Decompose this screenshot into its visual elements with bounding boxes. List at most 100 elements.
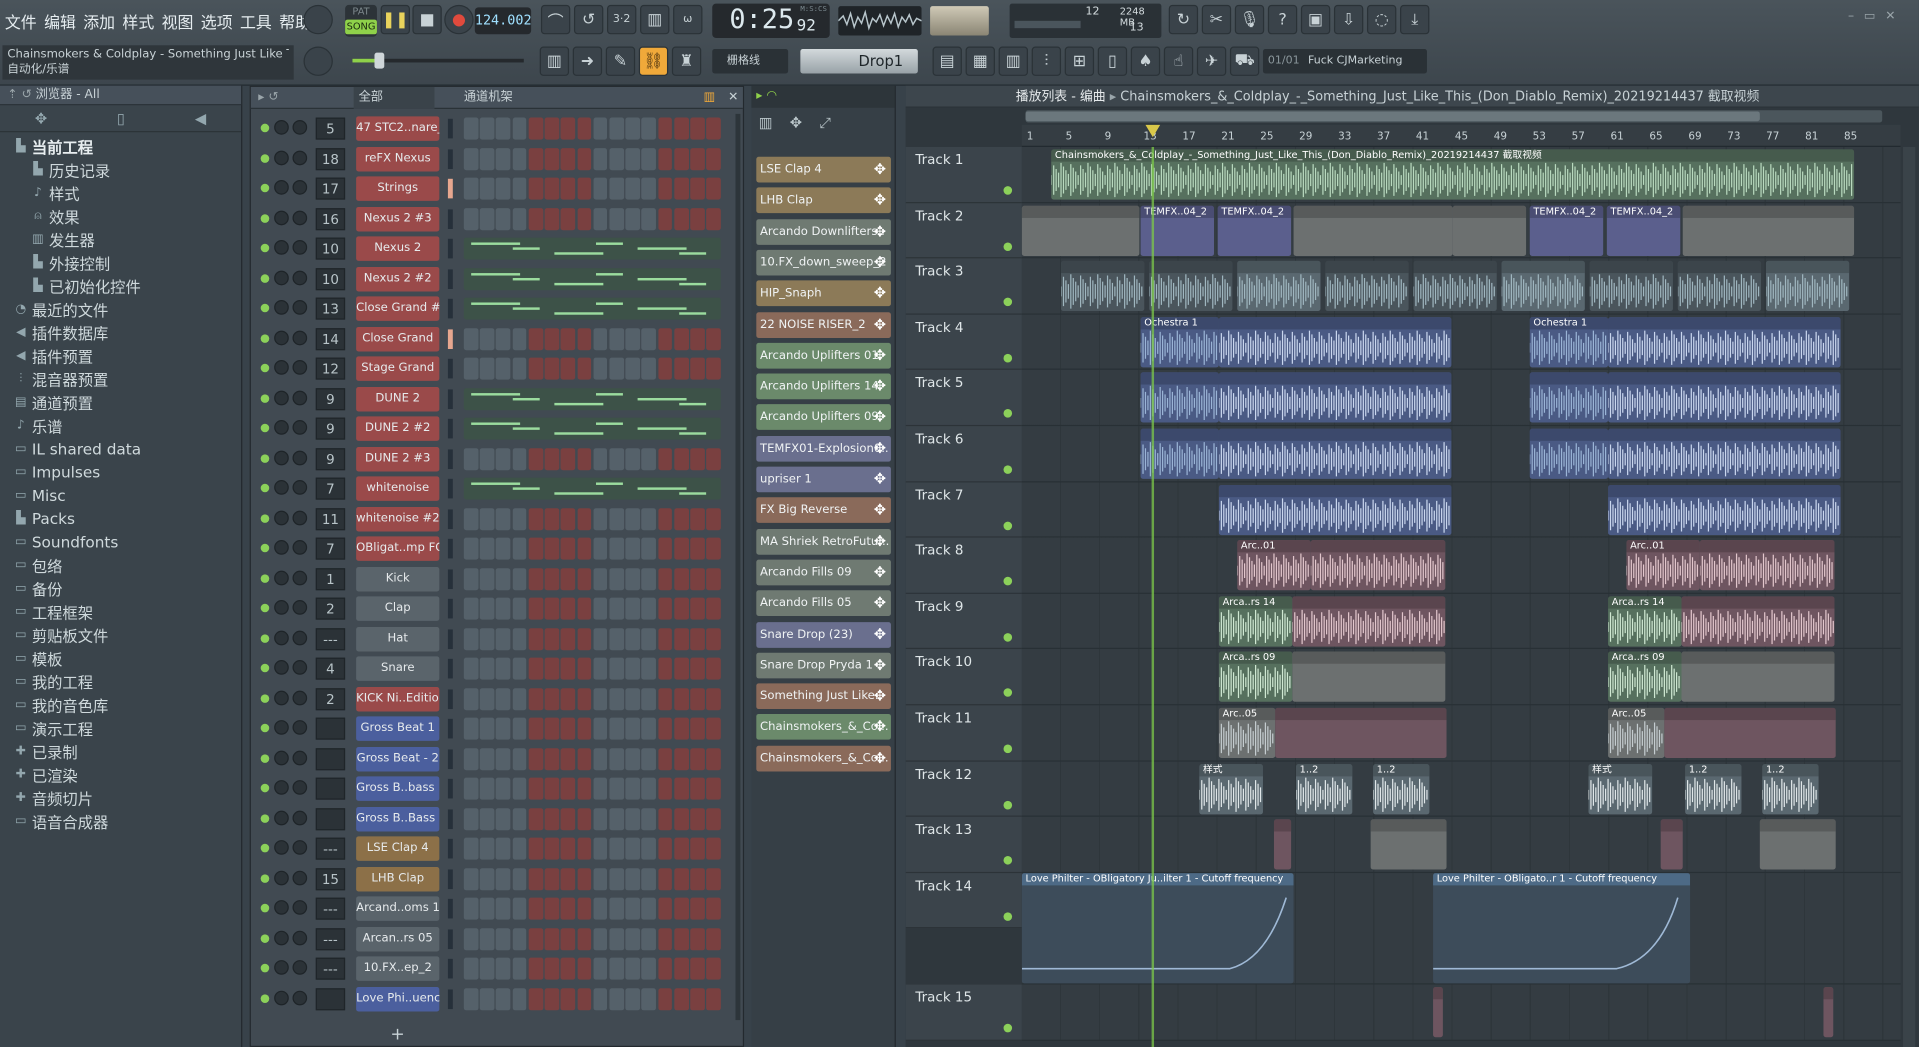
step[interactable] <box>641 147 657 170</box>
step[interactable] <box>496 657 511 680</box>
pattern-item[interactable]: LSE Clap 4 ✥ <box>756 156 891 183</box>
paint-icon[interactable]: ✎ <box>605 46 636 76</box>
step[interactable] <box>512 927 527 950</box>
playlist-clip[interactable] <box>1664 707 1836 759</box>
step[interactable] <box>463 147 479 170</box>
step[interactable] <box>560 897 576 920</box>
step[interactable] <box>463 687 479 710</box>
step[interactable] <box>657 657 673 680</box>
pattern-item[interactable]: upriser 1 ✥ <box>756 466 891 493</box>
step[interactable] <box>577 507 592 530</box>
channel-name-button[interactable]: Nexus 2 #2 <box>356 266 440 291</box>
channel-name-button[interactable]: Stage Grand <box>356 356 440 381</box>
playlist-clip[interactable]: TEMFX..04_2 <box>1529 205 1604 256</box>
channel-enable-led[interactable] <box>260 723 270 733</box>
step[interactable] <box>577 777 592 800</box>
step[interactable] <box>479 507 495 530</box>
step-sequencer[interactable] <box>463 687 721 710</box>
move-handle-icon[interactable]: ✥ <box>874 498 886 524</box>
step[interactable] <box>674 117 689 140</box>
mixer-track-number[interactable]: --- <box>315 927 346 950</box>
step[interactable] <box>560 627 576 650</box>
playlist-clip[interactable]: 1..2 <box>1762 763 1819 814</box>
step-sequencer[interactable] <box>463 747 721 770</box>
step[interactable] <box>674 567 689 590</box>
step[interactable] <box>463 747 479 770</box>
step[interactable] <box>463 597 479 620</box>
step[interactable] <box>512 147 527 170</box>
playlist-clip[interactable]: 样式 <box>1588 763 1653 814</box>
step[interactable] <box>560 447 576 470</box>
link-icon[interactable]: ⛓ <box>638 46 669 76</box>
pan-knob[interactable] <box>274 990 289 1005</box>
pan-knob[interactable] <box>274 390 289 405</box>
step[interactable] <box>496 117 511 140</box>
piano-roll-window-icon[interactable]: ▦ <box>965 46 995 76</box>
step[interactable] <box>593 687 608 710</box>
step[interactable] <box>496 867 511 890</box>
step-sequencer[interactable] <box>463 807 721 830</box>
step[interactable] <box>544 567 560 590</box>
channel-select[interactable] <box>447 478 453 499</box>
help-icon[interactable]: ? <box>1267 4 1298 35</box>
channel-select[interactable] <box>447 598 453 619</box>
track-led[interactable] <box>1003 577 1013 586</box>
track-header[interactable]: Track 2 <box>905 202 1022 259</box>
pattern-item[interactable]: Arcando Fills 09 ✥ <box>756 559 891 586</box>
volume-knob[interactable] <box>292 390 308 405</box>
step[interactable] <box>690 177 705 200</box>
step[interactable] <box>512 537 527 560</box>
step[interactable] <box>690 927 705 950</box>
chat-icon[interactable]: ◌ <box>1366 4 1397 35</box>
step-sequencer[interactable] <box>463 297 721 320</box>
step[interactable] <box>544 777 560 800</box>
step-sequencer[interactable] <box>463 627 721 650</box>
step[interactable] <box>706 777 721 800</box>
save-icon[interactable]: ▣ <box>1300 4 1331 35</box>
step[interactable] <box>706 837 721 860</box>
speaker-icon[interactable]: ◀ <box>195 110 206 127</box>
menu-item[interactable]: 编辑 <box>44 10 76 33</box>
track-led[interactable] <box>1003 297 1013 307</box>
browser-item[interactable]: ▭ IL shared data <box>12 437 241 460</box>
step[interactable] <box>544 687 560 710</box>
step[interactable] <box>544 807 560 830</box>
browser-item[interactable]: ▭ Misc <box>12 484 241 507</box>
step[interactable] <box>560 717 576 740</box>
step[interactable] <box>512 567 527 590</box>
step[interactable] <box>706 537 721 560</box>
channel-select[interactable] <box>447 868 453 889</box>
step[interactable] <box>690 687 705 710</box>
step[interactable] <box>528 777 543 800</box>
browser-item[interactable]: ▭ 模板 <box>12 647 241 670</box>
step[interactable] <box>528 357 543 380</box>
step[interactable] <box>674 957 689 980</box>
step[interactable] <box>512 687 527 710</box>
playlist-clip[interactable]: Arca..rs 09 <box>1218 651 1293 703</box>
volume-knob[interactable] <box>292 780 308 795</box>
rack-scrollbar[interactable] <box>735 113 741 1021</box>
step[interactable] <box>625 807 640 830</box>
step[interactable] <box>641 537 657 560</box>
step[interactable] <box>641 747 657 770</box>
step[interactable] <box>706 717 721 740</box>
step[interactable] <box>577 687 592 710</box>
step-sequencer[interactable] <box>463 177 721 200</box>
step[interactable] <box>690 327 705 350</box>
playlist-clip[interactable] <box>1529 372 1609 423</box>
menu-item[interactable]: 文件 <box>5 10 37 33</box>
step[interactable] <box>609 597 624 620</box>
track-led[interactable] <box>1003 744 1013 754</box>
step[interactable] <box>512 117 527 140</box>
step[interactable] <box>528 807 543 830</box>
step[interactable] <box>512 207 527 230</box>
playlist-clip[interactable] <box>1759 819 1836 870</box>
move-handle-icon[interactable]: ✥ <box>874 157 886 183</box>
step[interactable] <box>593 327 608 350</box>
pan-knob[interactable] <box>274 210 289 225</box>
move-handle-icon[interactable]: ✥ <box>874 281 886 307</box>
browser-item[interactable]: ⍝ 效果 <box>12 205 241 228</box>
step[interactable] <box>625 567 640 590</box>
step[interactable] <box>528 867 543 890</box>
step[interactable] <box>528 747 543 770</box>
